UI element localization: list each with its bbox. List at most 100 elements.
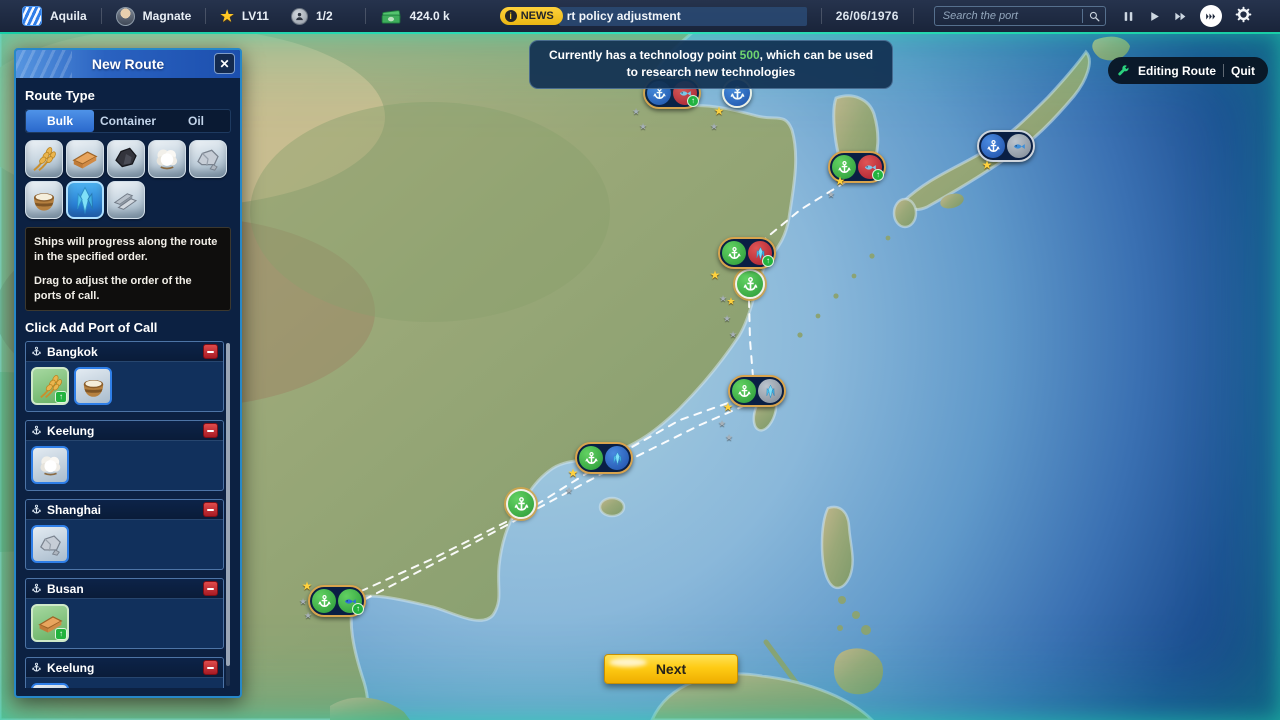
cargo-slot-iron-ore[interactable] bbox=[31, 525, 69, 563]
manager-icon bbox=[291, 8, 308, 25]
port-card-busan: Busan ↑ bbox=[25, 578, 224, 649]
growth-badge: ↑ bbox=[687, 95, 699, 107]
commodity-iron-ore[interactable] bbox=[189, 140, 227, 178]
anchor-icon bbox=[31, 662, 42, 673]
divider bbox=[1082, 9, 1083, 23]
anchor-icon bbox=[31, 346, 42, 357]
port-card-header[interactable]: Bangkok bbox=[26, 342, 223, 362]
settings-gear-icon[interactable] bbox=[1235, 6, 1252, 26]
commodity-wheat[interactable] bbox=[25, 140, 63, 178]
globe-horizon-line bbox=[0, 32, 1280, 34]
port-cargo-row: ↑ bbox=[26, 362, 223, 411]
port-search-box[interactable] bbox=[934, 6, 1106, 26]
crystal-resource-icon bbox=[605, 446, 629, 470]
panel-title: New Route bbox=[92, 56, 164, 72]
news-badge-label: NEWS bbox=[521, 10, 554, 22]
company-logo-icon[interactable] bbox=[22, 6, 42, 26]
tab-container[interactable]: Container bbox=[94, 110, 162, 132]
commodity-coal[interactable] bbox=[107, 140, 145, 178]
tab-bulk[interactable]: Bulk bbox=[26, 110, 94, 132]
max-speed-button[interactable] bbox=[1200, 5, 1222, 27]
star-decoration: ★ bbox=[718, 419, 726, 430]
port-marker-pill[interactable]: ↑ bbox=[718, 237, 776, 269]
panel-header: New Route ✕ bbox=[16, 50, 240, 78]
info-icon: i bbox=[505, 10, 517, 22]
play-button[interactable] bbox=[1148, 10, 1161, 23]
port-cargo-row bbox=[26, 520, 223, 569]
port-card-header[interactable]: Busan bbox=[26, 579, 223, 599]
fish-resource-icon: ↑ bbox=[858, 155, 882, 179]
port-marker-pill[interactable] bbox=[575, 442, 633, 474]
add-port-of-call-button[interactable]: Click Add Port of Call bbox=[25, 320, 231, 335]
cargo-slot-cotton[interactable] bbox=[31, 446, 69, 484]
star-decoration: ★ bbox=[568, 466, 579, 480]
commodity-steel[interactable] bbox=[107, 181, 145, 219]
time-controls bbox=[1122, 5, 1252, 27]
port-name: Keelung bbox=[47, 661, 94, 675]
star-decoration: ★ bbox=[304, 611, 312, 622]
editing-route-pill[interactable]: Editing Route Quit bbox=[1108, 57, 1268, 84]
pause-button[interactable] bbox=[1122, 10, 1135, 23]
port-card-header[interactable]: Shanghai bbox=[26, 500, 223, 520]
port-cargo-row bbox=[26, 441, 223, 490]
port-card-header[interactable]: Keelung bbox=[26, 658, 223, 678]
level-star-icon: ★ bbox=[220, 7, 233, 25]
player-level: LV11 bbox=[242, 9, 269, 23]
cargo-slot-cotton[interactable] bbox=[31, 683, 69, 688]
fast-forward-button[interactable] bbox=[1174, 10, 1187, 23]
anchor-port-icon bbox=[981, 134, 1005, 158]
port-marker-pill[interactable]: ↑ bbox=[308, 585, 366, 617]
quit-button[interactable]: Quit bbox=[1231, 64, 1255, 78]
game-screen: ★ ★ ★ ★ ★ ★ ★ ★ ★ ★ ★ ★ ★ ★ ★ ★ ★ ★ ★ ★ … bbox=[0, 0, 1280, 720]
news-headline: rt policy adjustment bbox=[559, 7, 807, 26]
remove-port-button[interactable] bbox=[203, 660, 218, 675]
cargo-slot-rice[interactable] bbox=[74, 367, 112, 405]
commodity-lumber[interactable] bbox=[66, 140, 104, 178]
iron-ore-icon bbox=[36, 530, 65, 559]
cargo-slot-wheat[interactable]: ↑ bbox=[31, 367, 69, 405]
news-ticker[interactable]: i NEWS rt policy adjustment bbox=[500, 7, 807, 26]
star-decoration: ★ bbox=[714, 104, 725, 118]
tab-oil[interactable]: Oil bbox=[162, 110, 230, 132]
star-decoration: ★ bbox=[729, 330, 737, 341]
port-card-shanghai: Shanghai bbox=[25, 499, 224, 570]
divider bbox=[913, 8, 914, 24]
rice-icon bbox=[29, 185, 59, 215]
divider bbox=[365, 8, 366, 24]
anchor-icon bbox=[31, 425, 42, 436]
port-marker-anchor[interactable] bbox=[506, 489, 536, 519]
port-card-header[interactable]: Keelung bbox=[26, 421, 223, 441]
fish-resource-icon bbox=[1007, 134, 1031, 158]
scrollbar-thumb[interactable] bbox=[226, 343, 230, 665]
port-marker-anchor[interactable] bbox=[735, 269, 765, 299]
panel-body: Route Type Bulk Container Oil Ships will… bbox=[16, 78, 240, 696]
crystal-icon bbox=[70, 185, 100, 215]
next-button[interactable]: Next bbox=[604, 654, 738, 684]
cargo-slot-lumber[interactable]: ↑ bbox=[31, 604, 69, 642]
remove-port-button[interactable] bbox=[203, 344, 218, 359]
remove-port-button[interactable] bbox=[203, 423, 218, 438]
wrench-icon bbox=[1117, 64, 1131, 78]
port-marker-pill[interactable] bbox=[728, 375, 786, 407]
commodity-crystal[interactable] bbox=[66, 181, 104, 219]
star-decoration: ★ bbox=[302, 579, 313, 593]
new-route-panel: New Route ✕ Route Type Bulk Container Oi… bbox=[14, 48, 242, 698]
star-decoration: ★ bbox=[982, 158, 993, 172]
anchor-port-icon bbox=[722, 241, 746, 265]
remove-port-button[interactable] bbox=[203, 502, 218, 517]
growth-badge: ↑ bbox=[762, 255, 774, 267]
growth-badge: ↑ bbox=[352, 603, 364, 615]
commodity-rice[interactable] bbox=[25, 181, 63, 219]
commodity-cotton[interactable] bbox=[148, 140, 186, 178]
player-avatar[interactable] bbox=[116, 7, 135, 26]
company-name: Aquila bbox=[50, 9, 87, 23]
port-card-bangkok: Bangkok ↑ bbox=[25, 341, 224, 412]
remove-port-button[interactable] bbox=[203, 581, 218, 596]
star-decoration: ★ bbox=[723, 400, 734, 414]
star-decoration: ★ bbox=[725, 433, 733, 444]
search-input[interactable] bbox=[943, 10, 1077, 22]
close-button[interactable]: ✕ bbox=[214, 53, 235, 74]
search-icon[interactable] bbox=[1088, 10, 1101, 23]
help-line-2: Drag to adjust the order of the ports of… bbox=[34, 274, 222, 304]
star-decoration: ★ bbox=[727, 297, 736, 308]
